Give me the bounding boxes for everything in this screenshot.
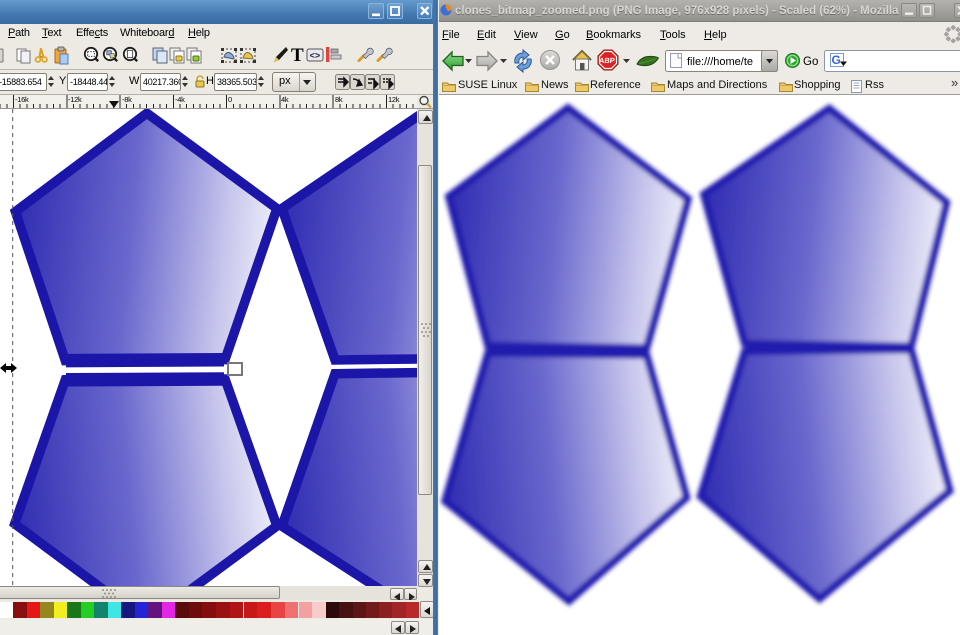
svg-text:G: G [832,53,841,67]
svg-text:T: T [291,45,304,66]
svg-text:<>: <> [310,52,321,62]
svg-text:ABP: ABP [599,56,616,65]
svg-text:file:///home/te: file:///home/te [687,56,753,68]
svg-text:Go: Go [803,56,818,68]
